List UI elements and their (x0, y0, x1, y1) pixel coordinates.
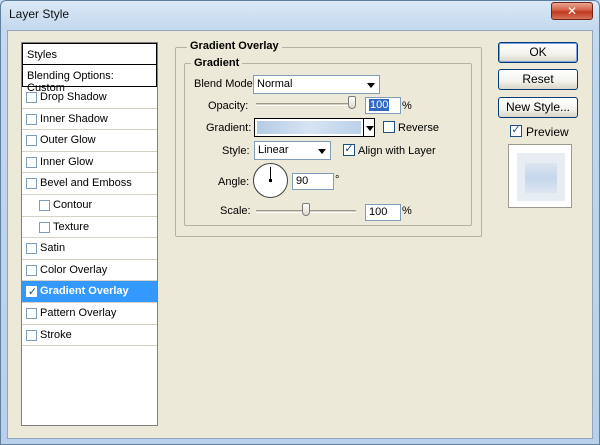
style-item-label: Bevel and Emboss (40, 177, 132, 190)
scale-label: Scale: (220, 205, 251, 217)
style-item-checkbox[interactable] (26, 113, 37, 125)
blend-mode-label: Blend Mode: (194, 78, 256, 90)
gradient-overlay-title: Gradient Overlay (187, 40, 282, 52)
style-item-checkbox[interactable] (26, 135, 37, 147)
style-item-label: Texture (53, 220, 90, 233)
reset-button[interactable]: Reset (498, 69, 578, 90)
style-item-checkbox[interactable] (26, 156, 37, 168)
style-item-label: Inner Glow (40, 155, 94, 168)
style-item-checkbox[interactable] (26, 329, 37, 341)
chevron-down-icon (367, 83, 375, 88)
opacity-label: Opacity: (208, 100, 249, 112)
window-title: Layer Style (9, 7, 70, 21)
reverse-checkbox[interactable] (383, 121, 395, 133)
style-item-label: Inner Shadow (40, 112, 108, 125)
angle-value: 90 (296, 175, 309, 187)
gradient-fill (257, 121, 361, 134)
style-items: Drop Shadow Inner Shadow Outer Glow Inner G… (22, 87, 157, 347)
style-item-texture[interactable]: Texture (22, 217, 157, 239)
angle-input[interactable]: 90 (292, 173, 334, 190)
preview-checkbox[interactable] (510, 123, 522, 137)
angle-label: Angle: (218, 176, 250, 188)
new-style-button[interactable]: New Style... (498, 97, 578, 118)
scale-unit: % (402, 205, 412, 217)
style-item-inner-glow[interactable]: Inner Glow (22, 152, 157, 174)
style-item-checkbox[interactable] (26, 264, 37, 276)
styles-list: Styles Blending Options: Custom Drop Sha… (21, 42, 158, 426)
style-item-inner-shadow[interactable]: Inner Shadow (22, 109, 157, 131)
style-item-label: Pattern Overlay (40, 306, 117, 319)
ok-button[interactable]: OK (498, 42, 578, 63)
style-item-label: Drop Shadow (40, 91, 107, 103)
opacity-unit: % (402, 100, 412, 112)
scale-input[interactable]: 100 (365, 204, 401, 221)
style-item-checkbox[interactable] (26, 243, 37, 255)
style-item-drop-shadow[interactable]: Drop Shadow (22, 87, 157, 109)
style-item-label: Outer Glow (40, 134, 96, 147)
style-preview (508, 144, 572, 208)
gradient-group-title: Gradient (191, 57, 243, 69)
style-item-outer-glow[interactable]: Outer Glow (22, 130, 157, 152)
gradient-style-value: Linear (258, 144, 289, 156)
gradient-style-select[interactable]: Linear (254, 141, 331, 160)
style-item-label: Gradient Overlay (40, 285, 129, 298)
scale-value: 100 (369, 206, 388, 218)
style-item-color-overlay[interactable]: Color Overlay (22, 260, 157, 282)
style-item-label: Stroke (40, 328, 72, 341)
angle-center (269, 179, 272, 182)
opacity-slider-thumb[interactable] (348, 96, 356, 109)
scale-slider-thumb[interactable] (302, 203, 310, 216)
style-item-gradient-overlay[interactable]: ✓ Gradient Overlay (22, 281, 157, 303)
style-item-checkbox[interactable] (26, 307, 37, 319)
dialog-client-area: Styles Blending Options: Custom Drop Sha… (7, 30, 593, 439)
style-item-checkbox[interactable] (26, 92, 37, 103)
style-item-satin[interactable]: Satin (22, 238, 157, 260)
close-icon: ✕ (566, 4, 578, 18)
styles-header[interactable]: Styles (22, 43, 157, 65)
gradient-label: Gradient: (206, 122, 252, 134)
reverse-label: Reverse (398, 122, 439, 134)
chevron-down-icon (318, 149, 326, 154)
style-item-label: Color Overlay (40, 263, 108, 276)
style-item-pattern-overlay[interactable]: Pattern Overlay (22, 303, 157, 325)
style-item-contour[interactable]: Contour (22, 195, 157, 217)
style-item-bevel-and-emboss[interactable]: Bevel and Emboss (22, 173, 157, 195)
gradient-swatch[interactable] (254, 118, 364, 137)
gradient-picker-arrow[interactable] (363, 118, 375, 137)
style-item-checkbox[interactable] (39, 199, 50, 211)
blend-mode-select[interactable]: Normal (253, 75, 380, 94)
opacity-slider-track[interactable] (256, 103, 356, 106)
blend-mode-value: Normal (257, 78, 293, 90)
preview-label: Preview (526, 125, 569, 139)
style-label: Style: (222, 145, 250, 157)
align-with-layer-label: Align with Layer (358, 145, 436, 157)
style-item-checkbox[interactable] (39, 221, 50, 233)
checkmark-icon: ✓ (27, 286, 38, 299)
angle-dial[interactable] (253, 163, 288, 198)
close-button[interactable]: ✕ (551, 2, 593, 20)
style-item-label: Contour (53, 198, 93, 211)
style-item-checkbox[interactable] (26, 178, 37, 190)
opacity-value: 100 (369, 99, 390, 111)
style-item-checkbox[interactable]: ✓ (26, 286, 37, 298)
style-item-stroke[interactable]: Stroke (22, 325, 157, 347)
preview-swatch-gradient (525, 163, 557, 193)
angle-unit: ° (335, 174, 340, 186)
title-bar[interactable]: Layer Style ✕ (1, 1, 599, 29)
style-item-label: Satin (40, 242, 66, 255)
opacity-input[interactable]: 100 (365, 97, 401, 114)
layer-style-window: Layer Style ✕ Styles Blending Options: C… (0, 0, 600, 445)
align-with-layer-checkbox[interactable] (343, 142, 355, 156)
blending-options-item[interactable]: Blending Options: Custom (22, 65, 157, 94)
